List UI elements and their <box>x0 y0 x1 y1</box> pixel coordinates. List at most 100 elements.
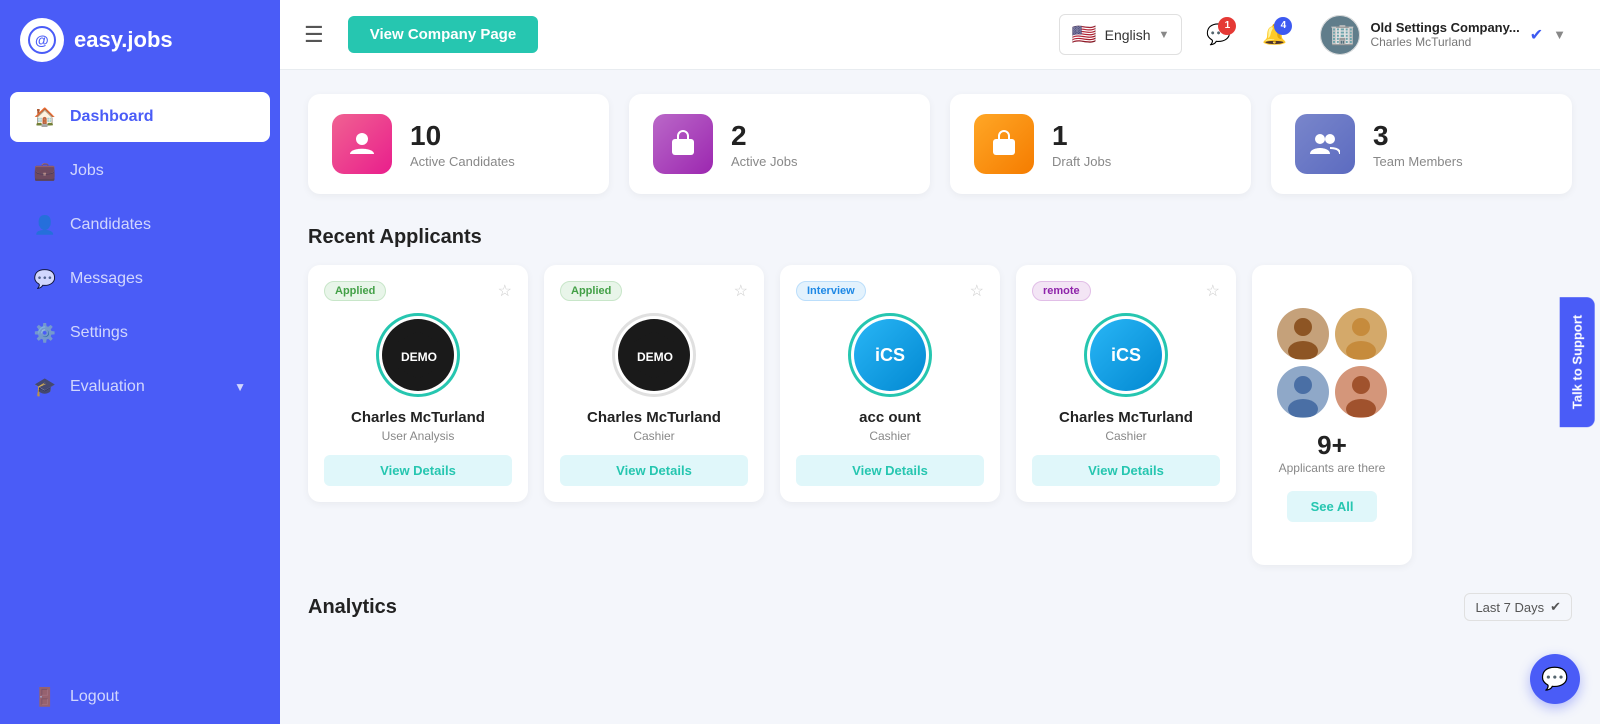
applicant-role-1: User Analysis <box>324 429 512 443</box>
chat-button-icon: 💬 <box>1541 666 1568 692</box>
stat-label-team-members: Team Members <box>1373 154 1463 169</box>
avatar-inner-1: DEMO <box>382 319 454 391</box>
status-badge-2: Applied <box>560 281 622 301</box>
avatar-ring-2: DEMO <box>612 313 696 397</box>
evaluation-icon: 🎓 <box>34 376 56 398</box>
applicants-row: Applied ☆ DEMO Charles McTurland User An… <box>308 265 1572 565</box>
section-title-applicants: Recent Applicants <box>308 226 1572 249</box>
avatar-ring-1: DEMO <box>376 313 460 397</box>
hamburger-icon[interactable]: ☰ <box>304 22 324 48</box>
see-all-button[interactable]: See All <box>1287 491 1378 522</box>
sidebar-label-dashboard: Dashboard <box>70 108 154 126</box>
stat-icon-team-members <box>1295 114 1355 174</box>
view-details-btn-4[interactable]: View Details <box>1032 455 1220 486</box>
applicant-role-4: Cashier <box>1032 429 1220 443</box>
talk-support-button[interactable]: Talk to Support <box>1559 297 1594 427</box>
applicant-card-4: remote ☆ iCS Charles McTurland Cashier V… <box>1016 265 1236 502</box>
logo-text: easy.jobs <box>74 27 173 53</box>
messages-button[interactable]: 💬 1 <box>1198 15 1238 55</box>
flag-icon: 🇺🇸 <box>1072 22 1097 47</box>
stat-info-candidates: 10 Active Candidates <box>410 120 515 169</box>
sidebar-item-evaluation[interactable]: 🎓 Evaluation ▼ <box>10 362 270 412</box>
sidebar-item-settings[interactable]: ⚙️ Settings <box>10 308 270 358</box>
language-chevron-icon: ▼ <box>1159 29 1170 41</box>
user-chevron-icon: ▼ <box>1553 27 1566 42</box>
user-info: Old Settings Company... Charles McTurlan… <box>1370 20 1519 49</box>
view-details-btn-2[interactable]: View Details <box>560 455 748 486</box>
stat-info-team-members: 3 Team Members <box>1373 120 1463 169</box>
chat-button[interactable]: 💬 <box>1530 654 1580 704</box>
home-icon: 🏠 <box>34 106 56 128</box>
svg-text:DEMO: DEMO <box>637 350 673 364</box>
sidebar-label-settings: Settings <box>70 324 128 342</box>
stat-icon-candidates <box>332 114 392 174</box>
more-count: 9+ <box>1317 430 1347 461</box>
recent-applicants-section: Recent Applicants Applied ☆ DEMO <box>308 226 1572 565</box>
stat-card-active-jobs: 2 Active Jobs <box>629 94 930 194</box>
analytics-filter[interactable]: Last 7 Days ✔ <box>1464 593 1572 621</box>
stat-card-team-members: 3 Team Members <box>1271 94 1572 194</box>
ics-avatar-4: iCS <box>1090 319 1162 391</box>
jobs-icon: 💼 <box>34 160 56 182</box>
star-icon-1[interactable]: ☆ <box>498 281 512 301</box>
user-name: Charles McTurland <box>1370 35 1519 49</box>
sidebar-bottom: 🚪 Logout <box>0 670 280 724</box>
verified-icon: ✔ <box>1530 25 1543 45</box>
notifications-button[interactable]: 🔔 4 <box>1254 15 1294 55</box>
card-2-header: Applied ☆ <box>560 281 748 301</box>
analytics-filter-chevron-icon: ✔ <box>1550 599 1561 615</box>
sidebar-nav: 🏠 Dashboard 💼 Jobs 👤 Candidates 💬 Messag… <box>0 80 280 724</box>
stat-info-active-jobs: 2 Active Jobs <box>731 120 797 169</box>
applicant-role-2: Cashier <box>560 429 748 443</box>
sidebar-label-jobs: Jobs <box>70 162 104 180</box>
card-3-header: Interview ☆ <box>796 281 984 301</box>
stat-card-active-candidates: 10 Active Candidates <box>308 94 609 194</box>
more-applicants-card: 9+ Applicants are there See All <box>1252 265 1412 565</box>
sidebar-item-jobs[interactable]: 💼 Jobs <box>10 146 270 196</box>
avatar-ring-3: iCS <box>848 313 932 397</box>
language-label: English <box>1105 27 1151 43</box>
avatar-ring-4: iCS <box>1084 313 1168 397</box>
sidebar-item-logout[interactable]: 🚪 Logout <box>10 672 270 722</box>
logo-area: @ easy.jobs <box>0 0 280 80</box>
sidebar-item-dashboard[interactable]: 🏠 Dashboard <box>10 92 270 142</box>
analytics-filter-label: Last 7 Days <box>1475 600 1544 615</box>
sidebar-label-evaluation: Evaluation <box>70 378 145 396</box>
status-badge-1: Applied <box>324 281 386 301</box>
notifications-badge: 4 <box>1274 17 1292 35</box>
star-icon-2[interactable]: ☆ <box>734 281 748 301</box>
view-details-btn-1[interactable]: View Details <box>324 455 512 486</box>
view-company-button[interactable]: View Company Page <box>348 16 538 53</box>
candidates-icon: 👤 <box>34 214 56 236</box>
stats-row: 10 Active Candidates 2 Active Jobs <box>308 94 1572 194</box>
stat-number-team-members: 3 <box>1373 120 1463 152</box>
applicant-card-3: Interview ☆ iCS acc ount Cashier View De… <box>780 265 1000 502</box>
user-section[interactable]: 🏢 Old Settings Company... Charles McTurl… <box>1310 9 1576 61</box>
card-4-header: remote ☆ <box>1032 281 1220 301</box>
sidebar: @ easy.jobs 🏠 Dashboard 💼 Jobs 👤 Candida… <box>0 0 280 724</box>
star-icon-4[interactable]: ☆ <box>1206 281 1220 301</box>
mini-avatar-4 <box>1335 366 1387 418</box>
stat-number-candidates: 10 <box>410 120 515 152</box>
applicant-card-1: Applied ☆ DEMO Charles McTurland User An… <box>308 265 528 502</box>
header: ☰ View Company Page 🇺🇸 English ▼ 💬 1 🔔 4… <box>280 0 1600 70</box>
logout-icon: 🚪 <box>34 686 56 708</box>
stat-icon-active-jobs <box>653 114 713 174</box>
view-details-btn-3[interactable]: View Details <box>796 455 984 486</box>
applicant-name-1: Charles McTurland <box>324 409 512 426</box>
applicant-name-3: acc ount <box>796 409 984 426</box>
star-icon-3[interactable]: ☆ <box>970 281 984 301</box>
sidebar-label-messages: Messages <box>70 270 143 288</box>
mini-avatar-2 <box>1335 308 1387 360</box>
stat-label-active-jobs: Active Jobs <box>731 154 797 169</box>
sidebar-label-candidates: Candidates <box>70 216 151 234</box>
svg-text:🏢: 🏢 <box>1330 24 1355 46</box>
sidebar-item-candidates[interactable]: 👤 Candidates <box>10 200 270 250</box>
analytics-section: Analytics Last 7 Days ✔ <box>308 593 1572 621</box>
stat-label-candidates: Active Candidates <box>410 154 515 169</box>
avatar-inner-2: DEMO <box>618 319 690 391</box>
language-selector[interactable]: 🇺🇸 English ▼ <box>1059 14 1183 55</box>
applicant-role-3: Cashier <box>796 429 984 443</box>
svg-text:DEMO: DEMO <box>401 350 437 364</box>
sidebar-item-messages[interactable]: 💬 Messages <box>10 254 270 304</box>
